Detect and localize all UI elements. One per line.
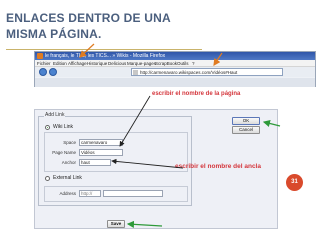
arrow-icon <box>126 220 163 228</box>
arrow-icon <box>213 52 223 66</box>
arrow-icon <box>79 43 95 58</box>
annotation-arrows <box>79 43 281 228</box>
arrow-icon <box>111 158 184 169</box>
arrow-icon <box>119 95 151 147</box>
arrow-icon <box>262 119 281 127</box>
